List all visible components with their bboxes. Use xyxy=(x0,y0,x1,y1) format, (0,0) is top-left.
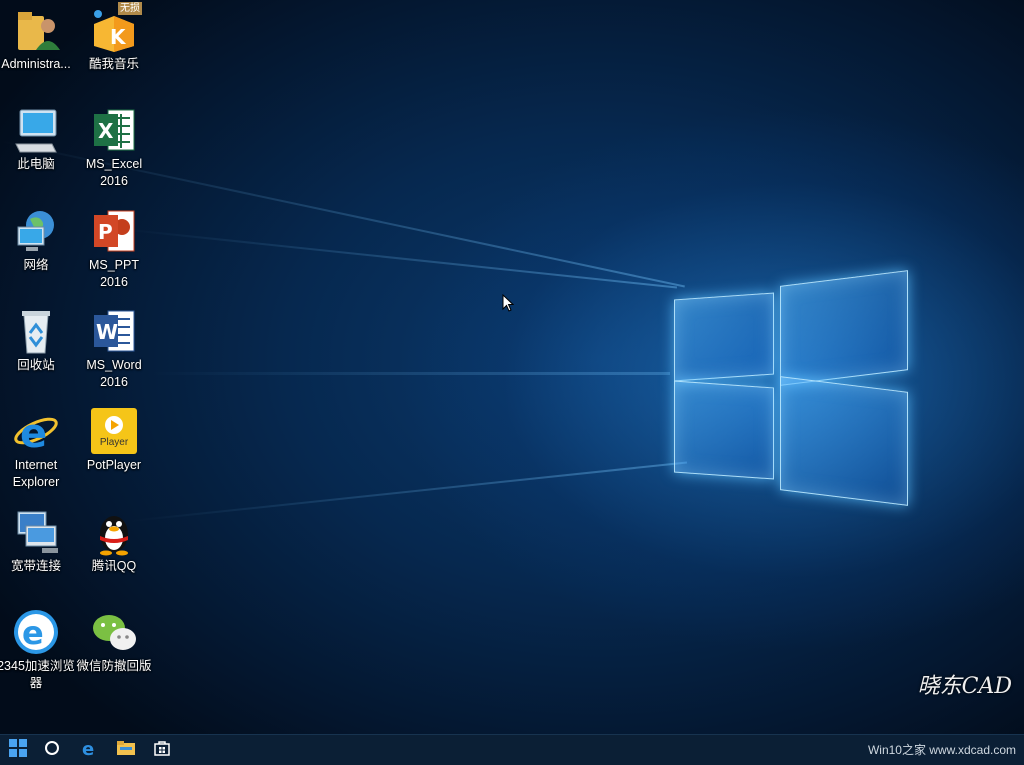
lossless-badge: 无损 xyxy=(118,2,142,15)
light-beam xyxy=(129,461,688,522)
desktop-icon-ms-ppt[interactable]: P MS_PPT 2016 xyxy=(75,207,153,291)
desktop-icon-kuwo-music[interactable]: K 无损 酷我音乐 xyxy=(75,2,153,73)
icon-label: 酷我音乐 xyxy=(88,57,139,71)
qq-penguin-icon xyxy=(90,508,138,556)
mouse-cursor-icon xyxy=(502,293,515,317)
wechat-icon xyxy=(90,608,138,656)
icon-label: 腾讯QQ xyxy=(91,559,137,573)
icon-label: 此电脑 xyxy=(17,157,55,171)
icon-label: Administra... xyxy=(1,57,71,71)
store-icon xyxy=(154,740,170,761)
file-explorer-icon xyxy=(117,740,135,761)
network-globe-icon xyxy=(12,207,60,255)
icon-label: Internet Explorer xyxy=(12,458,60,489)
desktop-icon-2345-browser[interactable]: e 2345加速浏览器 xyxy=(0,608,75,692)
icon-label: PotPlayer xyxy=(86,458,142,472)
logo-pane xyxy=(674,292,774,382)
desktop-wallpaper: Administra... 此电脑 网络 回收站 e Internet Expl… xyxy=(0,0,1024,734)
cortana-search-icon xyxy=(44,740,60,761)
start-button[interactable] xyxy=(0,735,36,765)
desktop-icon-this-pc[interactable]: 此电脑 xyxy=(0,106,75,173)
desktop-icon-internet-explorer[interactable]: e Internet Explorer xyxy=(0,407,75,491)
icon-label: MS_Word 2016 xyxy=(86,358,142,389)
cortana-search-button[interactable] xyxy=(34,735,70,765)
desktop-icon-ms-word[interactable]: W MS_Word 2016 xyxy=(75,307,153,391)
internet-explorer-icon: e xyxy=(12,407,60,457)
icon-label: 微信防撤回版 xyxy=(76,659,152,673)
desktop-icon-network[interactable]: 网络 xyxy=(0,207,75,274)
desktop-icon-ms-excel[interactable]: X MS_Excel 2016 xyxy=(75,106,153,190)
svg-text:e: e xyxy=(20,411,47,455)
store-button[interactable] xyxy=(144,735,180,765)
kuwo-music-icon: K 无损 xyxy=(90,2,142,54)
svg-text:P: P xyxy=(98,220,113,244)
start-icon xyxy=(9,738,27,762)
desktop-icon-broadband[interactable]: 宽带连接 xyxy=(0,508,75,575)
svg-text:e: e xyxy=(82,739,94,757)
desktop-icon-administrator[interactable]: Administra... xyxy=(0,6,75,73)
potplayer-icon: Player xyxy=(90,407,138,455)
icon-label: 网络 xyxy=(23,258,49,272)
computer-icon xyxy=(12,106,60,154)
logo-pane xyxy=(780,376,908,506)
broadband-connection-icon xyxy=(12,508,60,556)
light-beam xyxy=(119,228,678,289)
edge-icon: e xyxy=(81,739,99,762)
icon-label: 回收站 xyxy=(17,358,55,372)
powerpoint-icon: P xyxy=(90,207,138,255)
user-folder-icon xyxy=(12,6,60,54)
watermark-site: Win10之家 www.xdcad.com xyxy=(867,743,1016,757)
desktop-icon-tencent-qq[interactable]: 腾讯QQ xyxy=(75,508,153,575)
light-beam xyxy=(150,372,670,375)
svg-text:X: X xyxy=(98,119,114,143)
svg-text:e: e xyxy=(22,614,44,652)
svg-text:W: W xyxy=(96,320,118,344)
desktop-icon-recycle-bin[interactable]: 回收站 xyxy=(0,307,75,374)
word-icon: W xyxy=(90,307,138,355)
icon-label: MS_Excel 2016 xyxy=(85,157,143,188)
icon-label: MS_PPT 2016 xyxy=(88,258,139,289)
taskbar: e Win10之家 www.xdcad.com xyxy=(0,734,1024,765)
potplayer-glyph-text: Player xyxy=(99,437,129,448)
file-explorer-button[interactable] xyxy=(108,735,144,765)
desktop-icon-potplayer[interactable]: Player PotPlayer xyxy=(75,407,153,474)
excel-icon: X xyxy=(90,106,138,154)
desktop-icon-wechat[interactable]: 微信防撤回版 xyxy=(75,608,153,675)
watermark-logo: 晓东CAD xyxy=(917,674,1012,699)
logo-pane xyxy=(674,380,774,480)
svg-text:K: K xyxy=(110,25,127,49)
2345-browser-icon: e xyxy=(12,608,60,656)
icon-label: 2345加速浏览器 xyxy=(0,659,75,690)
logo-pane xyxy=(780,270,908,386)
edge-button[interactable]: e xyxy=(72,735,108,765)
recycle-bin-icon xyxy=(12,307,60,355)
windows-logo-light xyxy=(668,262,908,506)
icon-label: 宽带连接 xyxy=(10,559,61,573)
